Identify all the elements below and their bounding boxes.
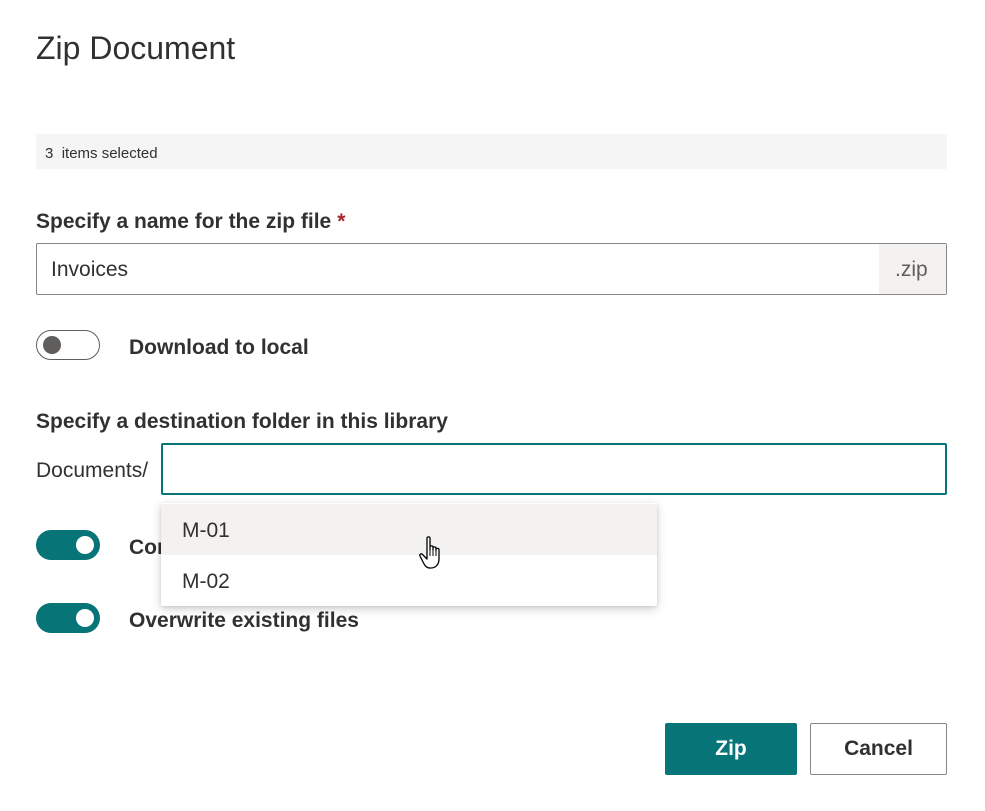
- zip-name-label: Specify a name for the zip file *: [36, 210, 346, 233]
- zip-button[interactable]: Zip: [665, 723, 797, 775]
- overwrite-existing-files-label: Overwrite existing files: [129, 609, 359, 632]
- selection-count-text: 3 items selected: [45, 145, 158, 162]
- toggle-two-label: Cor: [129, 536, 166, 559]
- download-to-local-label: Download to local: [129, 336, 309, 359]
- download-to-local-toggle[interactable]: [36, 330, 100, 360]
- toggle-knob: [43, 336, 61, 354]
- destination-folder-input[interactable]: [161, 443, 947, 495]
- destination-label: Specify a destination folder in this lib…: [36, 410, 448, 433]
- cancel-button[interactable]: Cancel: [810, 723, 947, 775]
- destination-prefix: Documents/: [36, 459, 149, 482]
- toggle-knob: [76, 609, 94, 627]
- zip-name-value[interactable]: Invoices: [51, 258, 128, 282]
- selection-info-bar: 3 items selected: [36, 134, 947, 169]
- hand-pointer-icon: [418, 535, 446, 576]
- toggle-knob: [76, 536, 94, 554]
- overwrite-existing-files-toggle[interactable]: [36, 603, 100, 633]
- required-marker: *: [337, 210, 346, 233]
- dialog-title: Zip Document: [36, 30, 236, 66]
- zip-extension-suffix: .zip: [879, 244, 946, 294]
- zip-name-field[interactable]: Invoices .zip: [36, 243, 947, 295]
- folder-suggestions-dropdown: M-01 M-02: [161, 503, 657, 606]
- toggle-two[interactable]: [36, 530, 100, 560]
- suggestion-item-m-02[interactable]: M-02: [161, 555, 657, 606]
- suggestion-item-m-01[interactable]: M-01: [161, 504, 657, 555]
